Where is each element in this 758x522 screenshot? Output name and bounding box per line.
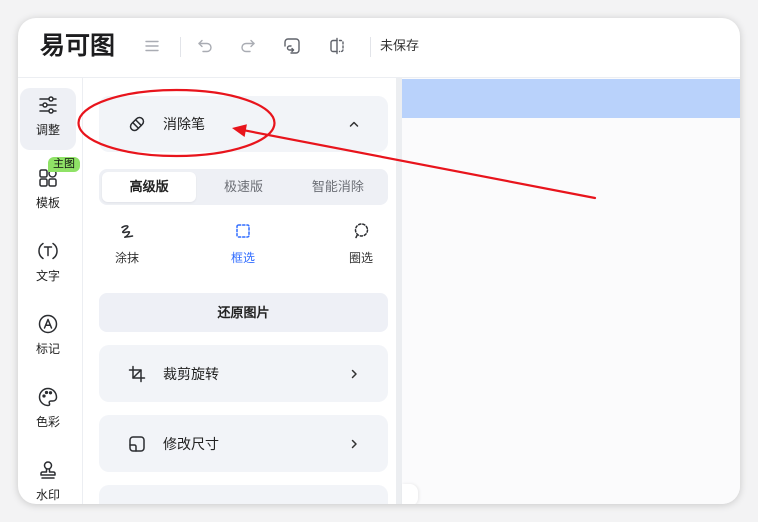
canvas-area[interactable]	[402, 78, 740, 504]
reset-icon	[283, 37, 301, 55]
compare-icon	[328, 37, 346, 55]
chevron-right-icon	[346, 436, 362, 452]
tool-label: 涂抹	[114, 251, 139, 265]
tab-smart-erase[interactable]: 智能消除	[291, 172, 385, 202]
tab-fast[interactable]: 极速版	[196, 172, 290, 202]
section-next-card[interactable]	[99, 485, 388, 504]
tool-label: 框选	[230, 251, 255, 265]
section-crop-rotate[interactable]: 裁剪旋转	[99, 345, 388, 402]
canvas-image-top-band	[402, 79, 740, 118]
resize-icon	[128, 435, 146, 453]
eraser-mode-tabs: 高级版 极速版 智能消除	[99, 169, 388, 205]
sidebar-item-watermark[interactable]: 水印	[20, 453, 76, 504]
undo-button[interactable]	[196, 37, 214, 55]
tool-panel: 消除笔 高级版 极速版 智能消除 涂抹 框选 圈选 还原图片 裁剪旋转 修改尺寸	[83, 78, 396, 504]
stamp-icon	[37, 459, 59, 481]
rect-select-icon	[234, 222, 252, 240]
scribble-icon	[118, 222, 136, 240]
section-resize[interactable]: 修改尺寸	[99, 415, 388, 472]
sidebar-item-label: 模板	[35, 196, 60, 210]
section-title: 消除笔	[163, 116, 205, 132]
app-window: 易可图 未保存 调整 主图 模板 文字 标记 色彩 水印 消除笔 高级版 极速版…	[18, 18, 740, 504]
sidebar-item-adjust[interactable]: 调整	[20, 88, 76, 150]
left-nav: 调整 主图 模板 文字 标记 色彩 水印	[18, 78, 83, 504]
section-label: 裁剪旋转	[163, 365, 219, 382]
tool-label: 圈选	[348, 251, 373, 265]
toolbar-divider	[370, 37, 371, 57]
redo-icon	[239, 37, 257, 55]
sidebar-item-color[interactable]: 色彩	[20, 380, 76, 442]
tool-smear[interactable]: 涂抹	[102, 220, 152, 268]
palette-icon	[37, 386, 59, 408]
menu-icon	[143, 37, 161, 55]
save-status: 未保存	[380, 38, 420, 53]
text-icon	[37, 240, 59, 262]
sidebar-item-label: 调整	[35, 123, 60, 137]
sidebar-item-label: 色彩	[35, 415, 60, 429]
compare-button[interactable]	[328, 37, 346, 55]
tab-advanced[interactable]: 高级版	[102, 172, 197, 202]
sidebar-item-label: 标记	[35, 342, 60, 356]
mark-icon	[37, 313, 59, 335]
section-label: 修改尺寸	[163, 435, 219, 452]
redo-button[interactable]	[239, 37, 257, 55]
app-logo: 易可图	[40, 32, 116, 60]
crop-icon	[128, 365, 146, 383]
chevron-up-icon	[346, 116, 362, 132]
sidebar-item-label: 文字	[35, 269, 60, 283]
lasso-select-icon	[352, 222, 370, 240]
sidebar-item-text[interactable]: 文字	[20, 234, 76, 296]
panel-collapse-handle[interactable]	[402, 484, 418, 504]
sliders-icon	[37, 94, 59, 116]
tool-lasso-select[interactable]: 圈选	[336, 220, 386, 268]
eraser-icon	[128, 115, 146, 133]
menu-button[interactable]	[143, 37, 161, 55]
toolbar-divider	[180, 37, 181, 57]
sidebar-item-label: 水印	[35, 488, 60, 502]
restore-image-button[interactable]: 还原图片	[99, 293, 388, 332]
sidebar-item-mark[interactable]: 标记	[20, 307, 76, 369]
eraser-section-header[interactable]: 消除笔	[99, 96, 388, 152]
top-toolbar: 易可图 未保存	[18, 18, 740, 78]
undo-icon	[196, 37, 214, 55]
main-image-badge: 主图	[48, 157, 80, 172]
chevron-right-icon	[346, 366, 362, 382]
reset-button[interactable]	[283, 37, 301, 55]
tool-rect-select[interactable]: 框选	[218, 220, 268, 268]
